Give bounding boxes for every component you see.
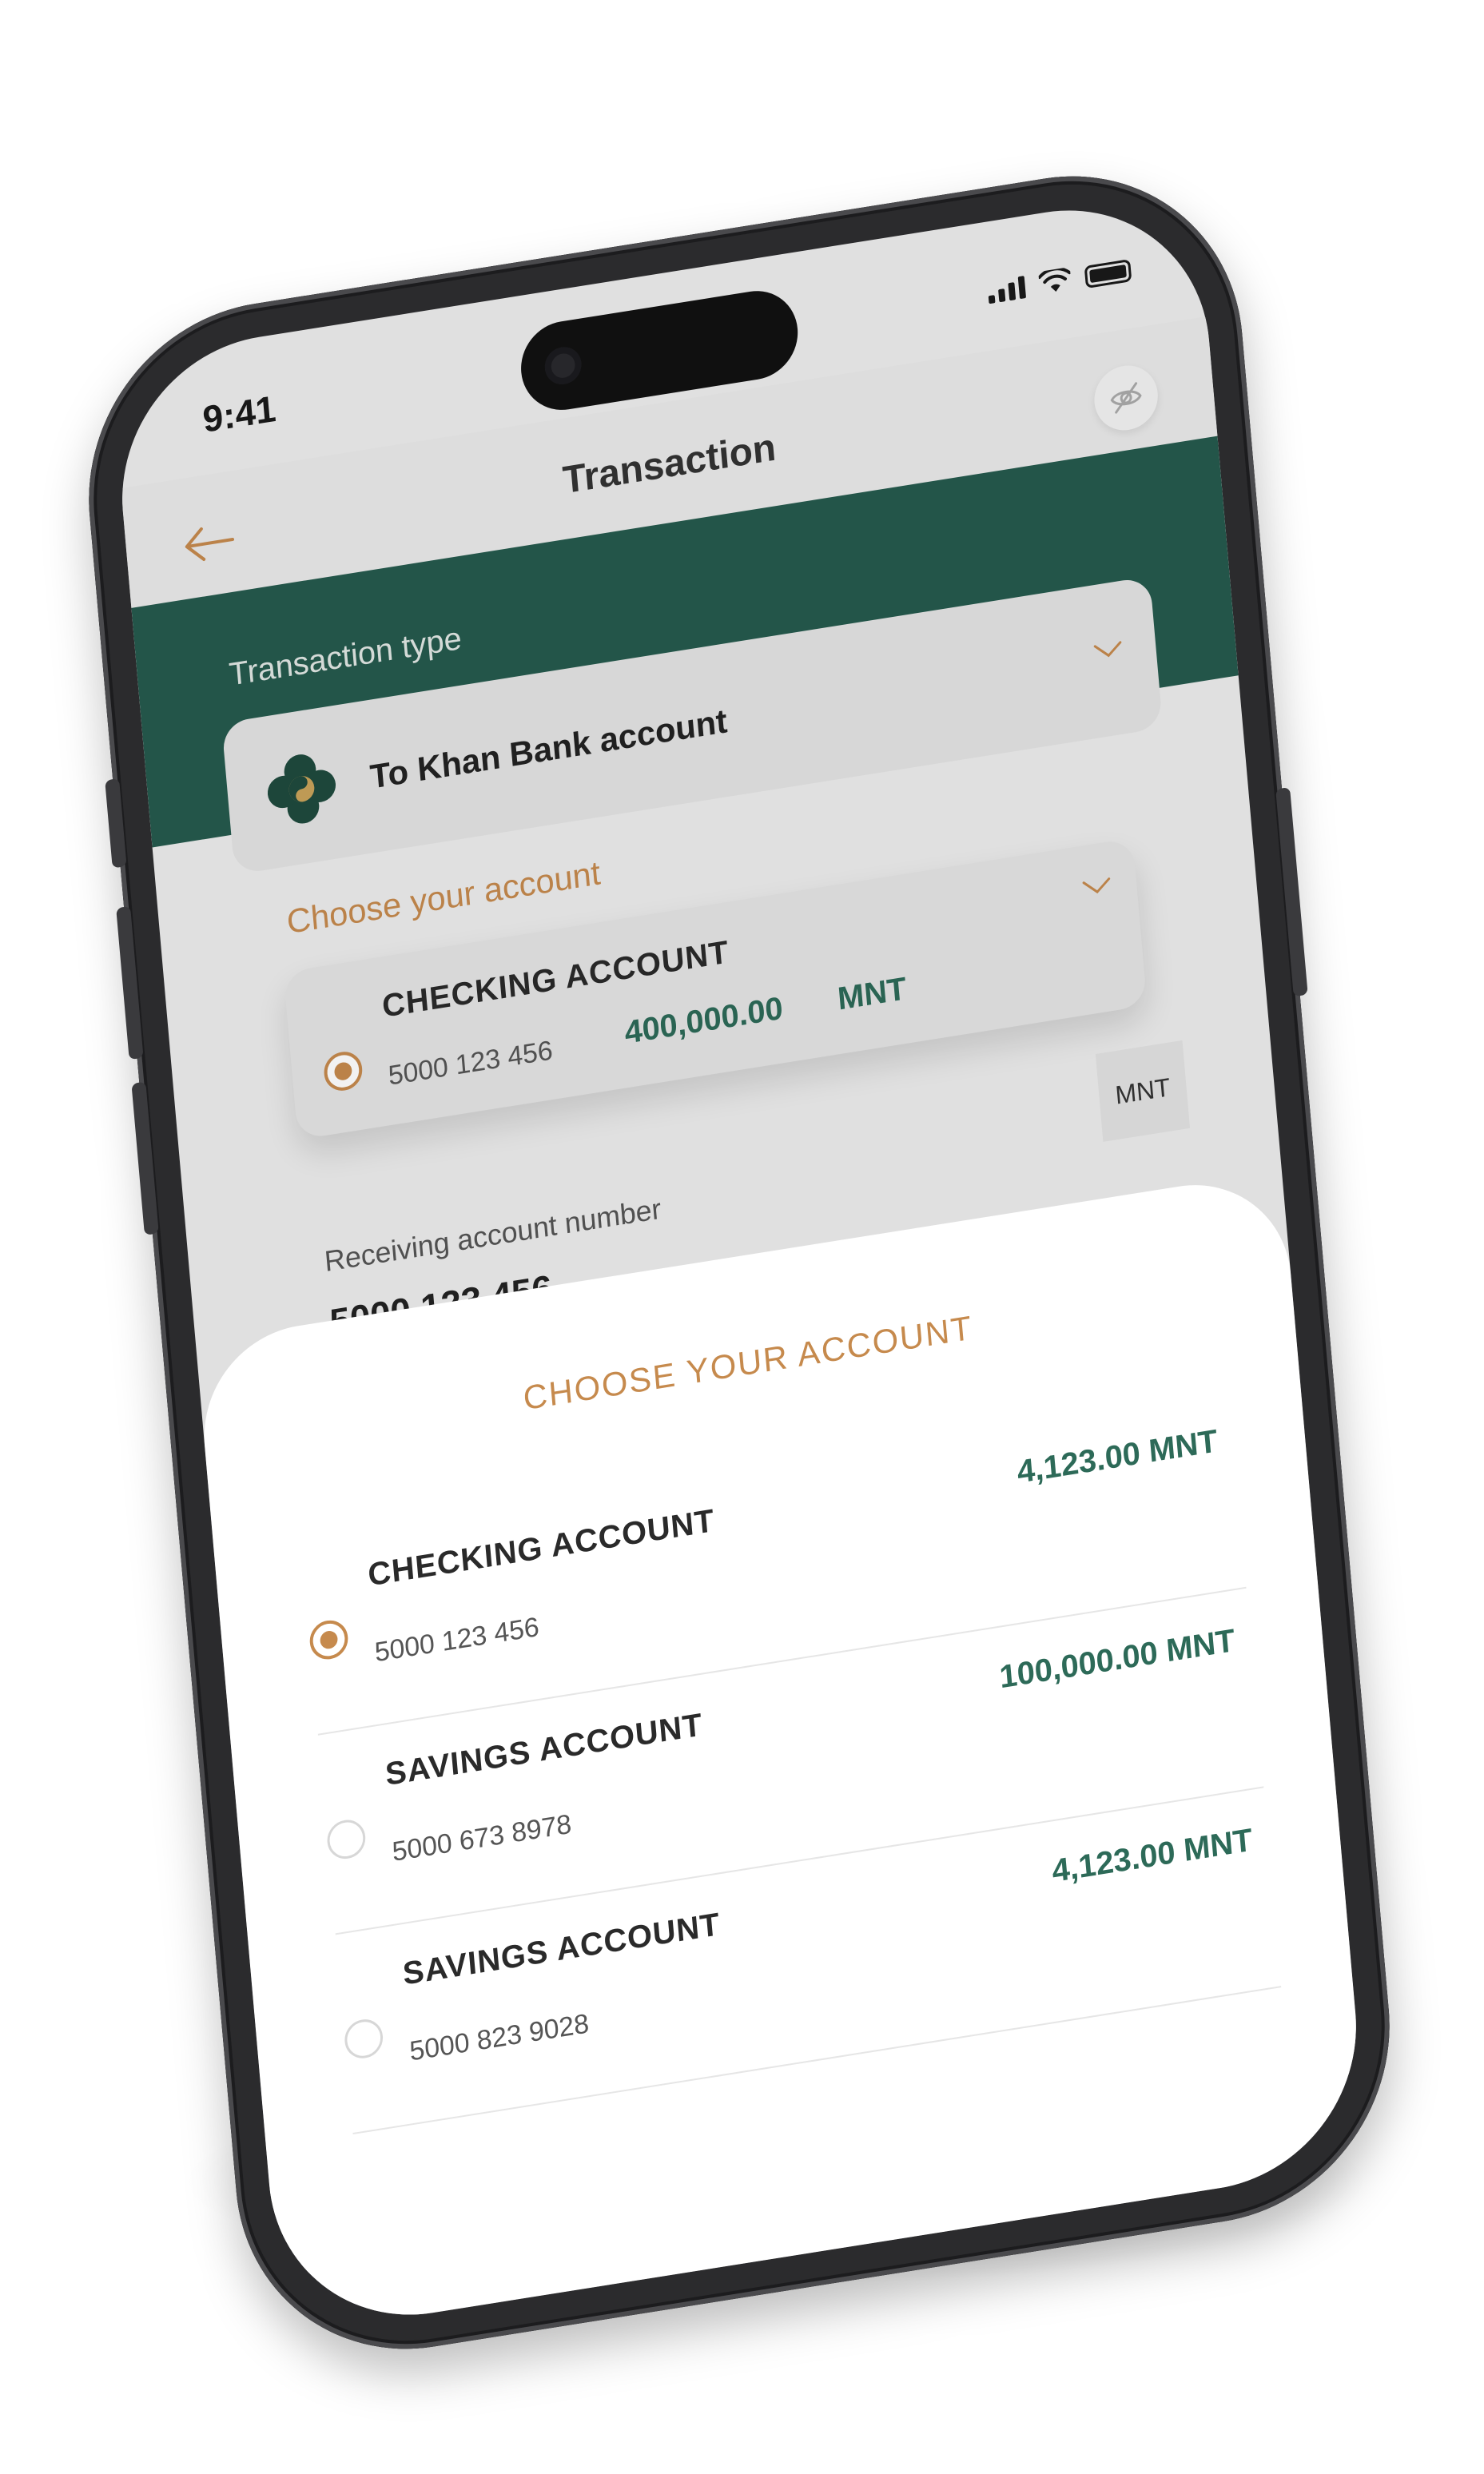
- account-balance: 100,000.00 MNT: [997, 1622, 1237, 1696]
- account-balance: 4,123.00 MNT: [1016, 1423, 1219, 1490]
- account-radio-selected[interactable]: [308, 1617, 350, 1662]
- account-picker-sheet: CHOOSE YOUR ACCOUNT CHECKING ACCOUNT 500…: [195, 1170, 1369, 2337]
- account-radio-unselected[interactable]: [343, 2016, 385, 2062]
- account-name: SAVINGS ACCOUNT: [401, 1906, 722, 1992]
- account-number: 5000 673 8978: [391, 1808, 573, 1867]
- phone-mockup: 9:41 Transaction Transaction type To Kha…: [74, 149, 1405, 2376]
- account-name: SAVINGS ACCOUNT: [384, 1707, 705, 1793]
- account-balance: 4,123.00 MNT: [1050, 1822, 1254, 1890]
- account-number: 5000 123 456: [373, 1611, 541, 1669]
- account-name: CHECKING ACCOUNT: [366, 1502, 717, 1593]
- account-number: 5000 823 9028: [408, 2008, 591, 2067]
- phone-screen: 9:41 Transaction Transaction type To Kha…: [109, 189, 1369, 2337]
- row-divider: [352, 1986, 1282, 2135]
- account-radio-unselected[interactable]: [325, 1817, 368, 1862]
